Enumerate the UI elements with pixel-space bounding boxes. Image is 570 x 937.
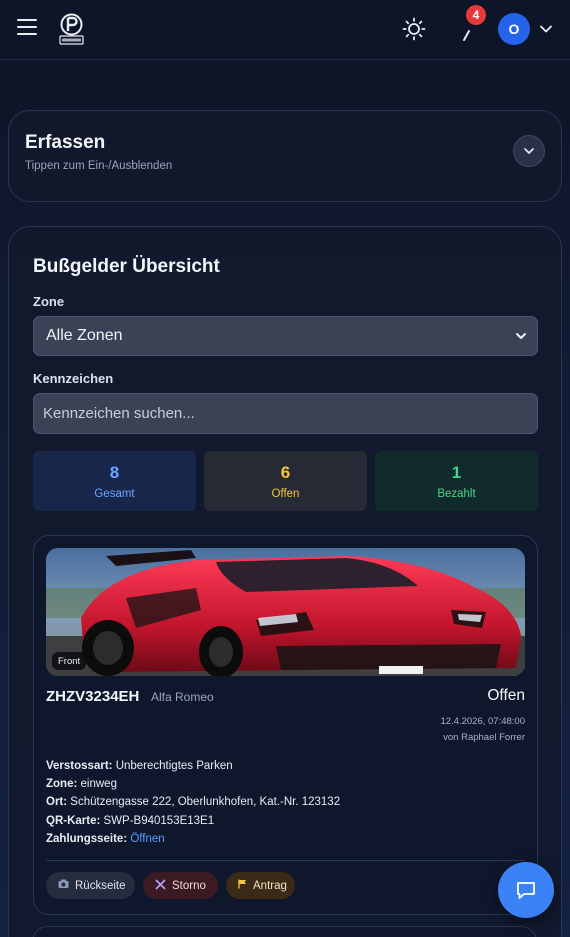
fine-card: Front ZHZV3234EH Alfa Romeo Offen 12.4.2… xyxy=(33,535,538,915)
detail-location: Ort: Schützengasse 222, Oberlunkhofen, K… xyxy=(46,796,340,808)
fines-overview-card: Bußgelder Übersicht Zone Alle Zonen Kenn… xyxy=(8,226,562,937)
stat-total: 8 Gesamt xyxy=(33,451,196,511)
hamburger-menu-icon[interactable] xyxy=(17,19,37,37)
chevron-down-icon[interactable] xyxy=(539,22,553,36)
fine-status: Offen xyxy=(487,687,525,704)
plate-number: ZHZV3234EH xyxy=(46,688,140,705)
detail-violation: Verstossart: Unberechtigtes Parken xyxy=(46,760,233,772)
stat-total-label: Gesamt xyxy=(94,487,135,500)
erfassen-subtitle: Tippen zum Ein-/Ausblenden xyxy=(25,160,173,172)
divider xyxy=(46,860,525,861)
stat-paid: 1 Bezahlt xyxy=(375,451,538,511)
chevron-down-icon xyxy=(524,148,534,154)
plate-label: Kennzeichen xyxy=(33,371,114,386)
flag-icon xyxy=(238,879,247,892)
plate-search-placeholder: Kennzeichen suchen... xyxy=(43,405,195,422)
backside-label: Rückseite xyxy=(75,879,126,892)
detail-violation-label: Verstossart: xyxy=(46,760,113,772)
parking-logo-icon[interactable] xyxy=(58,13,85,45)
erfassen-title: Erfassen xyxy=(25,132,106,153)
detail-qr: QR-Karte: SWP-B940153E13E1 xyxy=(46,815,214,827)
storno-button[interactable]: Storno xyxy=(143,872,218,899)
notification-badge: 4 xyxy=(466,5,486,25)
stat-total-value: 8 xyxy=(109,462,120,482)
erfassen-card[interactable]: Erfassen Tippen zum Ein-/Ausblenden xyxy=(8,110,562,202)
chevron-down-icon xyxy=(516,333,526,339)
avatar[interactable]: O xyxy=(498,13,530,45)
detail-violation-value: Unberechtigtes Parken xyxy=(115,760,233,772)
stat-open-label: Offen xyxy=(271,487,300,500)
detail-payment-label: Zahlungsseite: xyxy=(46,833,128,845)
plate-search-input[interactable]: Kennzeichen suchen... xyxy=(33,393,538,434)
fine-datetime: 12.4.2026, 07:48:00 xyxy=(440,716,525,727)
payment-page-link[interactable]: Öffnen xyxy=(130,833,164,845)
detail-payment: Zahlungsseite: Öffnen xyxy=(46,833,165,845)
stat-paid-label: Bezahlt xyxy=(437,487,476,500)
chat-button[interactable] xyxy=(498,862,554,918)
stat-open-value: 6 xyxy=(280,462,291,482)
chat-icon xyxy=(517,882,535,899)
camera-icon xyxy=(58,879,69,892)
next-fine-card xyxy=(32,926,537,937)
detail-zone-value: einweg xyxy=(80,778,117,790)
top-bar: 4 O xyxy=(0,0,570,60)
detail-zone: Zone: einweg xyxy=(46,778,117,790)
overview-title: Bußgelder Übersicht xyxy=(33,256,220,277)
zone-label: Zone xyxy=(33,294,65,309)
backside-button[interactable]: Rückseite xyxy=(46,872,135,899)
zone-select-value: Alle Zonen xyxy=(46,327,123,344)
antrag-label: Antrag xyxy=(253,879,287,892)
detail-location-label: Ort: xyxy=(46,796,68,808)
detail-location-value: Schützengasse 222, Oberlunkhofen, Kat.-N… xyxy=(70,796,341,808)
storno-label: Storno xyxy=(172,879,206,892)
photo-tag-front: Front xyxy=(52,652,87,670)
detail-qr-value: SWP-B940153E13E1 xyxy=(103,815,215,827)
detail-zone-label: Zone: xyxy=(46,778,78,790)
cross-icon xyxy=(155,879,166,893)
car-brand: Alfa Romeo xyxy=(151,690,214,704)
antrag-button[interactable]: Antrag xyxy=(226,872,295,899)
erfassen-toggle-button[interactable] xyxy=(513,135,545,167)
stat-paid-value: 1 xyxy=(451,462,462,482)
car-photo[interactable] xyxy=(46,548,525,676)
sun-icon[interactable] xyxy=(402,17,426,41)
fine-officer: von Raphael Forrer xyxy=(443,732,525,743)
detail-qr-label: QR-Karte: xyxy=(46,815,101,827)
stat-open: 6 Offen xyxy=(204,451,367,511)
zone-select[interactable]: Alle Zonen xyxy=(33,316,538,356)
